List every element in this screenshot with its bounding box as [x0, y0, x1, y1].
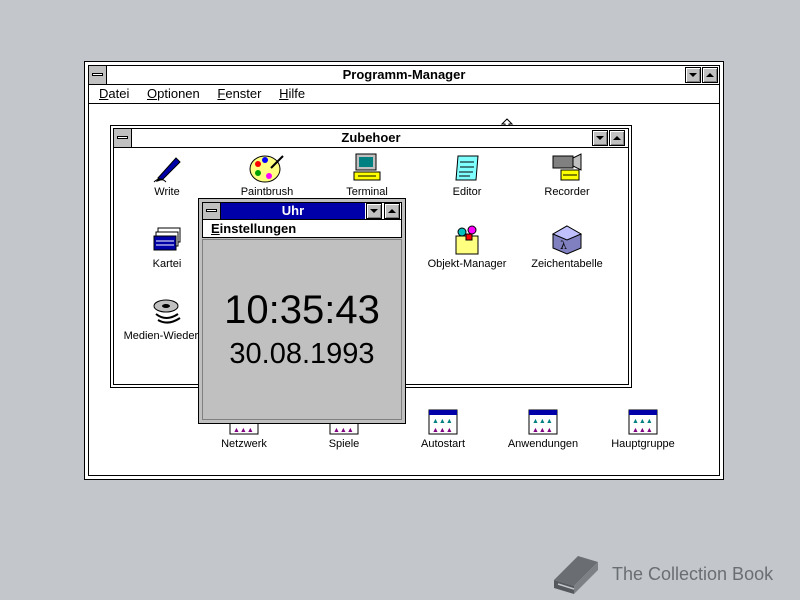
program-group-icon: ▲▲▲ ▲▲▲	[528, 409, 558, 435]
group-label: Anwendungen	[507, 438, 579, 450]
program-group-icon: ▲▲▲ ▲▲▲	[428, 409, 458, 435]
system-menu-icon	[117, 136, 128, 139]
app-zeichentabelle[interactable]: λ Zeichentabelle	[519, 224, 615, 270]
group-label: Spiele	[328, 438, 360, 450]
system-menu-icon	[206, 209, 217, 212]
group-anwendungen[interactable]: ▲▲▲ ▲▲▲ Anwendungen	[495, 408, 591, 450]
clock-date: 30.08.1993	[229, 338, 375, 370]
recorder-icon	[552, 153, 582, 181]
kartei-icon	[153, 227, 181, 251]
watermark: The Collection Book	[548, 550, 773, 598]
maximize-button[interactable]	[702, 67, 718, 83]
maximize-icon	[706, 73, 714, 77]
app-label: Recorder	[544, 186, 590, 198]
menu-datei[interactable]: Datei	[99, 85, 129, 103]
app-label: Terminal	[346, 186, 388, 198]
system-menu-button[interactable]	[89, 66, 107, 84]
app-write[interactable]: Write	[119, 152, 215, 198]
svg-text:▲▲▲: ▲▲▲	[333, 427, 354, 434]
app-terminal[interactable]: Terminal	[319, 152, 415, 198]
maximize-icon	[388, 209, 396, 213]
write-icon	[153, 157, 181, 183]
minimize-button[interactable]	[366, 203, 382, 219]
uhr-title: Uhr	[281, 203, 305, 218]
app-label: Objekt-Manager	[427, 258, 507, 270]
group-autostart[interactable]: ▲▲▲ ▲▲▲ Autostart	[395, 408, 491, 450]
app-label: Zeichentabelle	[531, 258, 603, 270]
menu-hilfe[interactable]: Hilfe	[279, 85, 305, 103]
zubehoer-titlebar[interactable]: Zubehoer	[114, 129, 628, 148]
maximize-button[interactable]	[609, 130, 625, 146]
maximize-button[interactable]	[384, 203, 400, 219]
minimize-icon	[370, 209, 378, 213]
app-recorder[interactable]: Recorder	[519, 152, 615, 198]
svg-text:λ: λ	[560, 239, 567, 252]
app-paintbrush[interactable]: Paintbrush	[219, 152, 315, 198]
svg-text:▲▲▲: ▲▲▲	[632, 418, 653, 425]
app-label: Kartei	[152, 258, 182, 270]
svg-text:▲▲▲: ▲▲▲	[532, 418, 553, 425]
svg-text:▲▲▲: ▲▲▲	[532, 427, 553, 434]
maximize-icon	[613, 136, 621, 140]
minimize-icon	[689, 73, 697, 77]
terminal-icon	[353, 153, 381, 181]
system-menu-icon	[92, 73, 103, 76]
editor-icon	[455, 155, 479, 181]
system-menu-button[interactable]	[114, 129, 132, 147]
app-label: Paintbrush	[240, 186, 294, 198]
app-editor[interactable]: Editor	[419, 152, 515, 198]
svg-text:▲▲▲: ▲▲▲	[632, 427, 653, 434]
group-label: Autostart	[420, 438, 466, 450]
paintbrush-icon	[249, 155, 284, 183]
program-manager-title: Programm-Manager	[342, 67, 466, 82]
group-label: Hauptgruppe	[611, 438, 675, 450]
menu-einstellungen[interactable]: Einstellungen	[211, 220, 296, 237]
zeichentabelle-icon: λ	[551, 225, 583, 255]
uhr-window: Uhr Einstellungen 10:35:43 30.08.1993	[198, 198, 406, 424]
group-hauptgruppe[interactable]: ▲▲▲ ▲▲▲ Hauptgruppe	[595, 408, 691, 450]
app-label: Editor	[452, 186, 482, 198]
svg-text:▲▲▲: ▲▲▲	[432, 418, 453, 425]
program-manager-menubar: Datei Optionen Fenster Hilfe	[89, 85, 719, 104]
uhr-menubar: Einstellungen	[202, 220, 402, 238]
objekt-manager-icon	[455, 225, 479, 255]
uhr-face: 10:35:43 30.08.1993	[202, 239, 402, 420]
zubehoer-title: Zubehoer	[341, 130, 401, 145]
minimize-button[interactable]	[592, 130, 608, 146]
system-menu-button[interactable]	[203, 203, 221, 219]
group-label: Netzwerk	[221, 438, 267, 450]
program-manager-titlebar[interactable]: Programm-Manager	[89, 66, 719, 85]
menu-optionen[interactable]: Optionen	[147, 85, 200, 103]
app-label: Write	[154, 186, 180, 198]
clock-time: 10:35:43	[224, 288, 380, 332]
svg-text:▲▲▲: ▲▲▲	[432, 427, 453, 434]
uhr-title-active-bar: Uhr	[221, 203, 365, 219]
uhr-titlebar[interactable]: Uhr	[202, 202, 402, 220]
program-group-icon: ▲▲▲ ▲▲▲	[628, 409, 658, 435]
watermark-text: The Collection Book	[612, 563, 774, 584]
menu-fenster[interactable]: Fenster	[217, 85, 261, 103]
minimize-icon	[596, 136, 604, 140]
app-objekt-manager[interactable]: Objekt-Manager	[419, 224, 515, 270]
svg-text:▲▲▲: ▲▲▲	[233, 427, 254, 434]
book-icon	[554, 556, 598, 594]
minimize-button[interactable]	[685, 67, 701, 83]
medien-wiedergabe-icon	[153, 299, 181, 324]
